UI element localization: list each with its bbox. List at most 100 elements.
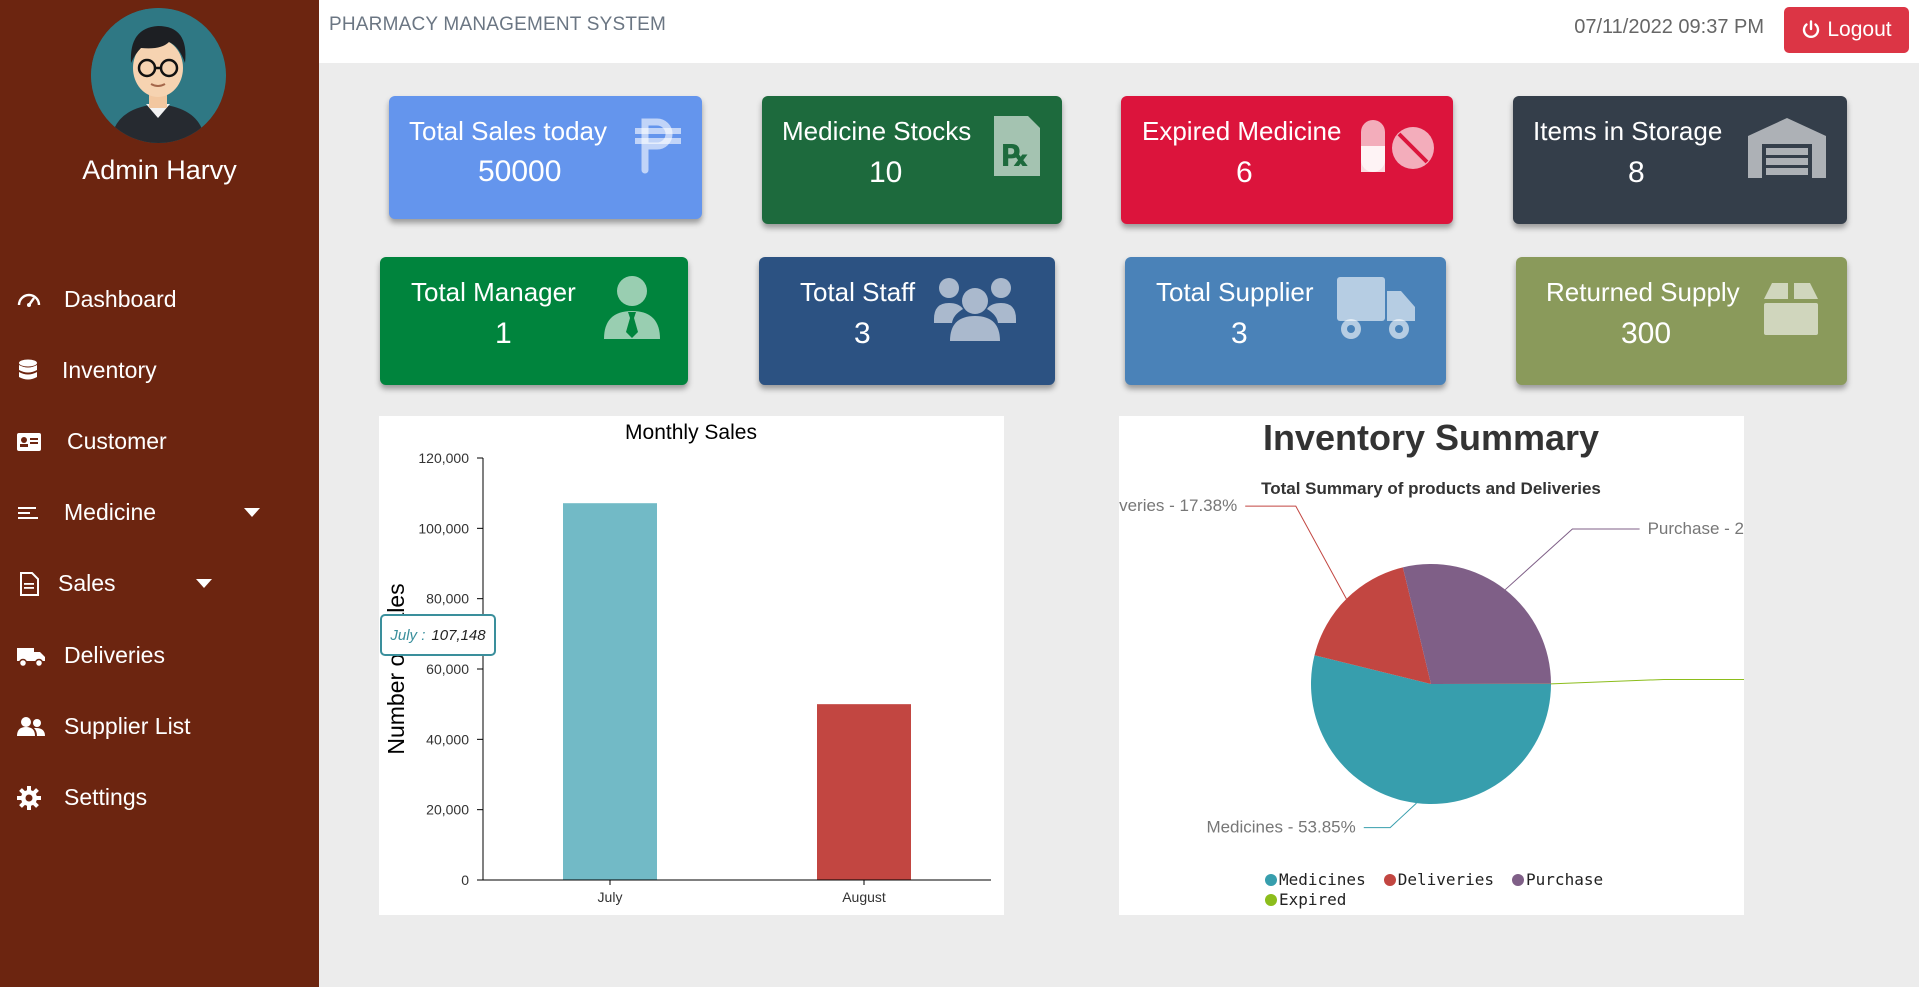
- chart-subtitle: Total Summary of products and Deliveries: [1261, 479, 1601, 498]
- sidebar-item-label: Dashboard: [64, 286, 177, 312]
- sidebar-item-sales[interactable]: Sales: [0, 558, 319, 608]
- logout-label: Logout: [1827, 18, 1892, 41]
- logout-button[interactable]: Logout: [1784, 7, 1909, 53]
- monthly-sales-chart-panel: Monthly Sales Number of Sales 0 20,000 40,…: [379, 416, 1004, 915]
- legend-label: Expired: [1279, 890, 1347, 909]
- power-icon: [1803, 20, 1820, 39]
- manager-icon: [604, 276, 660, 339]
- legend-item-purchase[interactable]: Purchase: [1512, 870, 1603, 890]
- sidebar-item-medicine[interactable]: Medicine: [0, 487, 319, 537]
- chart-tooltip: July : 107,148: [380, 614, 496, 656]
- sidebar: Admin Harvy Dashboard Inventory Customer…: [0, 0, 319, 987]
- bar-august[interactable]: [817, 704, 911, 880]
- y-tick-label: 60,000: [426, 661, 469, 677]
- pie-label-connector: [1245, 505, 1347, 600]
- file-icon: [20, 572, 39, 596]
- legend-item-medicines[interactable]: Medicines: [1265, 870, 1366, 890]
- card-total-supplier[interactable]: Total Supplier 3: [1125, 257, 1446, 385]
- legend-item-deliveries[interactable]: Deliveries: [1383, 870, 1494, 890]
- svg-text:℞: ℞: [1002, 140, 1029, 173]
- card-expired-medicine[interactable]: Expired Medicine 6: [1121, 96, 1453, 224]
- legend-dot: [1265, 894, 1277, 906]
- card-value: 3: [854, 317, 871, 350]
- card-title: Items in Storage: [1533, 116, 1723, 146]
- card-value: 50000: [478, 155, 562, 188]
- inventory-summary-chart-panel: Inventory Summary Total Summary of produ…: [1090, 416, 1905, 915]
- peso-icon: [635, 118, 681, 174]
- pie-label-connector: [1550, 678, 1777, 685]
- card-value: 8: [1628, 156, 1645, 189]
- list-icon: [18, 507, 38, 519]
- card-title: Medicine Stocks: [782, 116, 972, 146]
- warehouse-icon: [1748, 118, 1826, 178]
- users-icon: [17, 717, 45, 736]
- sidebar-item-settings[interactable]: Settings: [0, 772, 319, 822]
- card-title: Total Staff: [800, 277, 916, 307]
- card-total-sales-today[interactable]: Total Sales today 50000: [389, 96, 702, 219]
- y-tick-label: 40,000: [426, 731, 469, 747]
- sidebar-item-label: Supplier List: [64, 713, 191, 739]
- card-total-staff[interactable]: Total Staff 3: [759, 257, 1055, 385]
- tooltip-label: July :: [390, 626, 426, 644]
- sidebar-item-label: Deliveries: [64, 642, 165, 668]
- legend-label: Medicines: [1279, 870, 1366, 889]
- card-title: Total Supplier: [1156, 277, 1314, 307]
- card-items-in-storage[interactable]: Items in Storage 8: [1513, 96, 1847, 224]
- chevron-down-icon: [244, 508, 260, 517]
- gear-icon: [17, 786, 41, 810]
- top-bar: PHARMACY MANAGEMENT SYSTEM 07/11/2022 09…: [319, 0, 1919, 63]
- sidebar-item-label: Inventory: [62, 357, 157, 383]
- pie-label: Purchase - 28.74%: [1648, 519, 1744, 538]
- sidebar-item-inventory[interactable]: Inventory: [0, 345, 319, 395]
- pills-icon: [1361, 120, 1434, 172]
- truck-icon: [17, 648, 45, 668]
- y-axis-label: Number of Sales: [383, 583, 409, 754]
- sidebar-item-label: Customer: [67, 428, 167, 454]
- x-tick-label: July: [598, 889, 623, 905]
- card-returned-supply[interactable]: Returned Supply 300: [1516, 257, 1847, 385]
- sidebar-item-label: Settings: [64, 784, 148, 810]
- card-title: Returned Supply: [1546, 277, 1740, 307]
- avatar: [91, 8, 226, 143]
- sidebar-item-supplier-list[interactable]: Supplier List: [0, 701, 319, 751]
- y-tick-label: 120,000: [418, 450, 469, 466]
- user-name: Admin Harvy: [82, 155, 237, 185]
- datetime: 07/11/2022 09:37 PM: [1574, 16, 1764, 38]
- card-title: Total Manager: [411, 277, 576, 307]
- sidebar-item-dashboard[interactable]: Dashboard: [0, 274, 319, 324]
- staff-icon: [934, 278, 1016, 341]
- sidebar-item-deliveries[interactable]: Deliveries: [0, 630, 319, 680]
- monthly-sales-chart: Monthly Sales Number of Sales 0 20,000 40,…: [383, 421, 991, 905]
- y-tick-label: 0: [461, 872, 469, 888]
- chevron-down-icon: [196, 579, 212, 588]
- legend-dot: [1512, 874, 1525, 886]
- box-icon: [1764, 283, 1818, 335]
- legend-dot: [1265, 874, 1277, 886]
- y-tick-label: 80,000: [426, 591, 469, 607]
- prescription-icon: ℞: [994, 116, 1040, 176]
- pie-label-connector: [1363, 802, 1417, 829]
- card-medicine-stocks[interactable]: Medicine Stocks 10 ℞: [762, 96, 1062, 224]
- card-value: 10: [869, 156, 903, 189]
- chart-legend: Medicines Deliveries Purchase Expired: [1265, 870, 1625, 910]
- card-title: Expired Medicine: [1142, 116, 1342, 146]
- chart-title: Monthly Sales: [625, 421, 757, 444]
- legend-item-expired[interactable]: Expired: [1265, 890, 1346, 910]
- legend-dot: [1383, 874, 1396, 886]
- bar-july[interactable]: [563, 503, 657, 880]
- pie-label: Deliveries - 17.38%: [1119, 496, 1237, 515]
- card-value: 300: [1621, 317, 1672, 350]
- legend-label: Purchase: [1526, 870, 1604, 889]
- card-value: 3: [1231, 317, 1248, 350]
- sidebar-item-customer[interactable]: Customer: [0, 416, 319, 466]
- y-tick-label: 100,000: [418, 520, 469, 536]
- app-title: PHARMACY MANAGEMENT SYSTEM: [329, 14, 667, 35]
- gauge-icon: [17, 293, 41, 307]
- x-tick-label: August: [842, 889, 886, 905]
- y-tick-label: 20,000: [426, 802, 469, 818]
- sidebar-item-label: Sales: [58, 570, 116, 596]
- card-total-manager[interactable]: Total Manager 1: [380, 257, 688, 385]
- chart-title: Inventory Summary: [1263, 417, 1599, 458]
- id-card-icon: [17, 433, 41, 451]
- truck-icon: [1337, 277, 1415, 339]
